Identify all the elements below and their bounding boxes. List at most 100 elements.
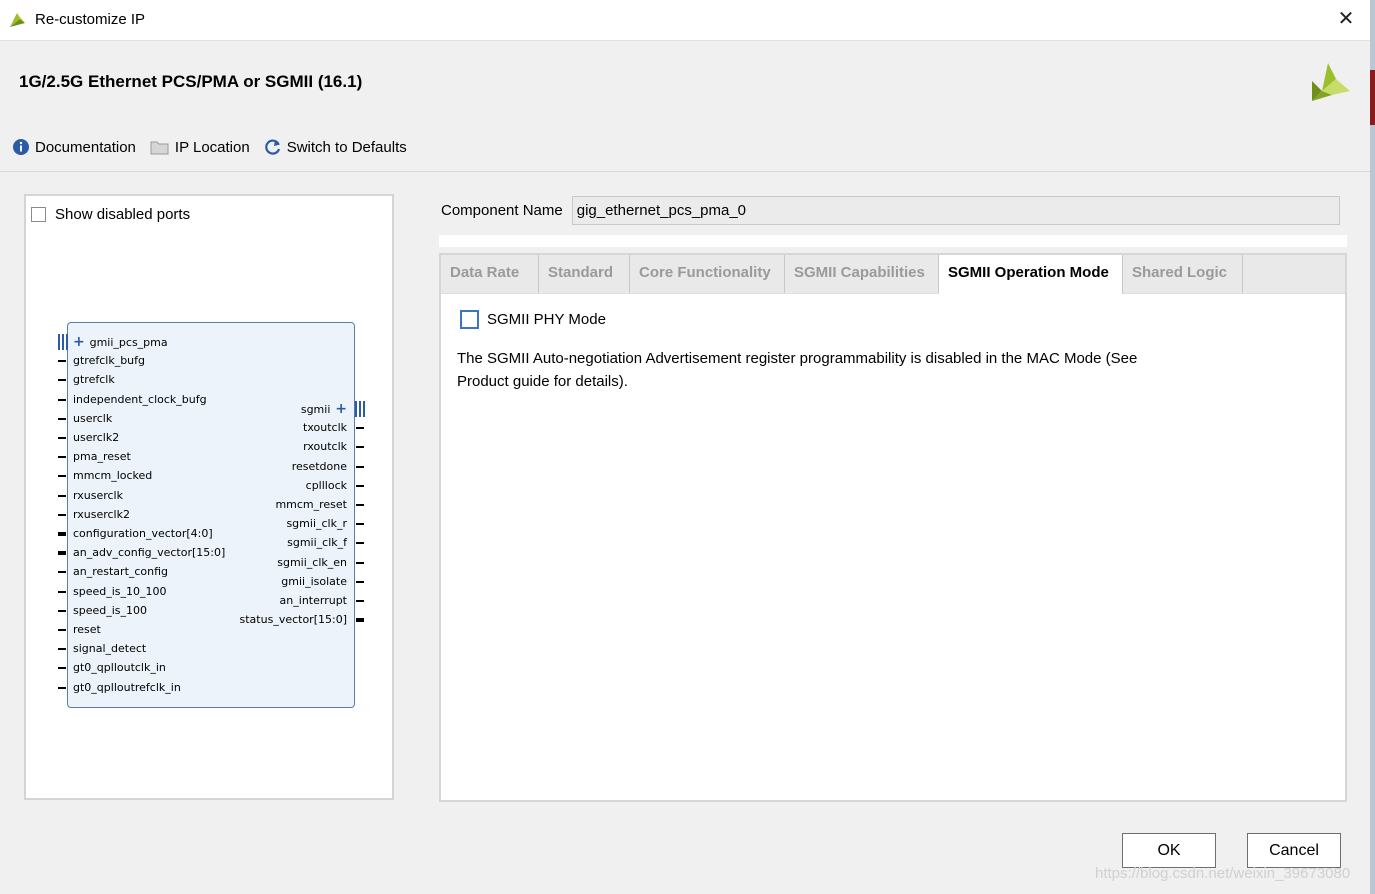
wire-pin [356,465,364,468]
symbol-left-port-label: gtrefclk_bufg [73,354,145,368]
operation-mode-description: The SGMII Auto-negotiation Advertisement… [457,347,1187,393]
component-name-row: Component Name [441,196,1340,225]
close-button[interactable]: ✕ [1334,7,1358,31]
wire-pin [356,484,364,487]
symbol-left-port-label: reset [73,623,101,636]
tab-standard[interactable]: Standard [539,255,630,293]
wire-pin [356,523,364,526]
tab-sgmii-operation-mode[interactable]: SGMII Operation Mode [939,255,1123,294]
tab-bar: Data Rate Standard Core Functionality SG… [441,255,1345,294]
wire-pin [356,600,364,602]
info-icon [13,139,29,155]
sgmii-phy-mode-checkbox[interactable] [460,310,479,329]
ok-button[interactable]: OK [1122,833,1216,868]
symbol-left-port-label: mmcm_locked [73,469,153,483]
sgmii-phy-mode-label: SGMII PHY Mode [487,311,606,328]
ip-location-button[interactable]: IP Location [150,139,250,156]
wire-pin [58,437,66,439]
symbol-left-port-label: userclk2 [73,431,120,444]
wire-pin [356,427,364,430]
ip-symbol-block: + gmii_pcs_pma gtrefclk_bufg gtrefclk indep… [58,322,365,708]
symbol-right-port-label: cplllock [305,478,347,492]
watermark: https://blog.csdn.net/weixin_39673080 [1095,865,1351,882]
wire-pin [58,475,66,478]
toolbar: Documentation IP Location Switch to Defa… [12,136,421,158]
description-line-2: Product guide for details). [457,373,628,390]
interface-port-marker [58,334,60,350]
symbol-left-port-label: gtrefclk [73,373,115,387]
symbol-left-port-label: signal_detect [73,642,147,656]
wire-pin [356,580,364,583]
switch-to-defaults-label: Switch to Defaults [286,138,407,156]
symbol-right-port-label: mmcm_reset [275,498,347,511]
wire-pin [356,446,364,449]
refresh-icon [264,139,280,155]
show-disabled-ports-label: Show disabled ports [55,206,191,223]
bus-pin [356,618,364,623]
interface-port-marker [62,334,64,350]
tab-shared-logic[interactable]: Shared Logic [1123,255,1243,293]
symbol-right-port-label: resetdone [291,459,347,473]
wire-pin [58,667,66,670]
expand-interface-icon[interactable]: + [330,401,347,417]
interface-port-marker [363,401,365,417]
vivado-app-icon [10,13,25,27]
switch-to-defaults-button[interactable]: Switch to Defaults [264,138,407,156]
symbol-right-port-label: status_vector[15:0] [239,613,347,627]
ip-symbol-panel: Show disabled ports + gmii_pcs_pmagtrefc… [24,194,394,800]
symbol-left-port-label: configuration_vector[4:0] [73,527,213,540]
folder-icon [150,141,169,155]
symbol-right-port-label: sgmii_clk_r [286,517,347,531]
tab-sgmii-capabilities[interactable]: SGMII Capabilities [785,255,939,293]
ip-location-label: IP Location [174,138,250,156]
expand-interface-icon[interactable]: + [73,334,90,350]
wire-pin [356,504,364,506]
wire-pin [58,494,66,497]
tab-data-rate[interactable]: Data Rate [441,255,539,293]
component-name-field[interactable] [571,196,1340,225]
divider-strip [439,235,1347,247]
component-name-label: Component Name [441,202,563,219]
description-line-1: The SGMII Auto-negotiation Advertisement… [457,350,1138,367]
symbol-left-port-label: gt0_qplloutclk_in [73,661,166,675]
symbol-right-port-label: sgmii + [300,401,347,417]
bus-pin [58,551,66,556]
show-disabled-ports-row[interactable]: Show disabled ports [31,206,190,223]
symbol-left-port-label: speed_is_10_100 [73,584,167,598]
wire-pin [58,417,66,420]
symbol-right-port-label: sgmii_clk_en [277,555,347,569]
documentation-button[interactable]: Documentation [12,138,136,156]
configuration-tabs-panel: Data Rate Standard Core Functionality SG… [439,253,1347,802]
symbol-left-port-label: + gmii_pcs_pma [73,334,168,350]
tab-core-functionality[interactable]: Core Functionality [630,255,785,293]
wire-pin [58,648,66,651]
symbol-right-port-label: txoutclk [303,421,347,435]
wire-pin [58,398,66,401]
symbol-right-port-label: sgmii_clk_f [287,536,347,550]
interface-port-marker [66,334,68,350]
wire-pin [58,686,66,689]
symbol-left-port-label: gt0_qplloutrefclk_in [73,680,181,694]
interface-port-marker [355,401,357,417]
symbol-right-port-label: gmii_isolate [281,574,347,588]
bus-pin [58,532,66,536]
symbol-left-port-label: independent_clock_bufg [73,392,207,406]
show-disabled-ports-checkbox[interactable] [31,207,46,222]
symbol-left-port-label: rxuserclk2 [73,507,130,521]
window-title: Re-customize IP [35,11,146,28]
documentation-label: Documentation [35,138,136,156]
xilinx-logo-icon [1312,63,1350,101]
wire-pin [58,456,66,459]
ip-title: 1G/2.5G Ethernet PCS/PMA or SGMII (16.1) [19,72,363,91]
sgmii-phy-mode-row[interactable]: SGMII PHY Mode [460,310,606,329]
symbol-left-port-label: speed_is_100 [73,603,148,617]
symbol-right-port-label: an_interrupt [279,594,347,607]
symbol-left-port-label: pma_reset [73,450,131,464]
ip-header: 1G/2.5G Ethernet PCS/PMA or SGMII (16.1)… [0,41,1370,172]
background-window-edge [1370,0,1375,894]
wire-pin [58,590,66,593]
symbol-left-port-label: userclk [73,411,113,425]
cancel-button[interactable]: Cancel [1247,833,1341,868]
title-bar: Re-customize IP ✕ [0,0,1370,41]
wire-pin [58,379,66,382]
